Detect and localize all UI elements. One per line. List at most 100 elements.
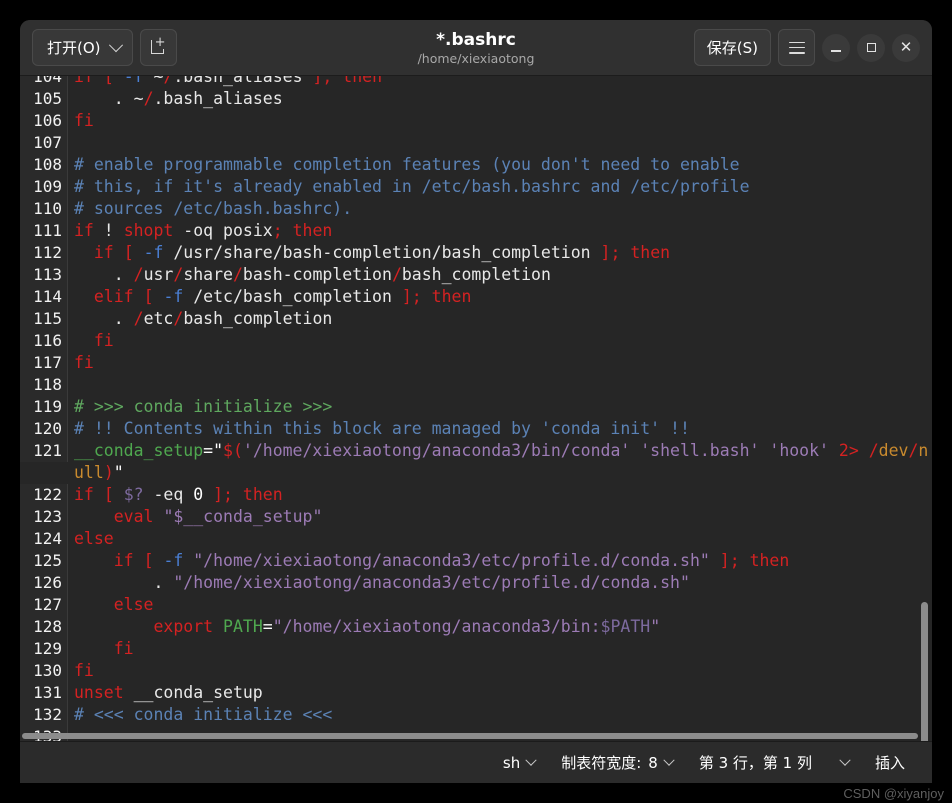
code-text[interactable]: export PATH="/home/xiexiaotong/anaconda3… <box>68 616 932 638</box>
line-number: 121 <box>20 440 68 462</box>
code-line: 125 if [ -f "/home/xiexiaotong/anaconda3… <box>20 550 932 572</box>
code-line: 108 # enable programmable completion feat… <box>20 154 932 176</box>
code-token: [ <box>103 76 114 86</box>
code-text[interactable]: if [ -f ~/.bash_aliases ]; then <box>68 76 932 88</box>
main-menu-button[interactable] <box>778 29 815 66</box>
minimize-button[interactable] <box>822 33 850 62</box>
code-text[interactable] <box>68 374 932 396</box>
code-text[interactable]: # >>> conda initialize >>> <box>68 396 932 418</box>
code-token: . ~ <box>74 89 144 108</box>
line-number: 117 <box>20 352 68 374</box>
code-text[interactable]: # enable programmable completion feature… <box>68 154 932 176</box>
code-line: 107 <box>20 132 932 154</box>
code-token: " <box>650 617 661 636</box>
code-token: ] <box>401 287 412 306</box>
code-token: [ <box>123 243 134 262</box>
code-text[interactable]: if ! shopt -oq posix; then <box>68 220 932 242</box>
code-text[interactable]: . ~/.bash_aliases <box>68 88 932 110</box>
chevron-down-icon <box>108 37 123 52</box>
line-number: 122 <box>20 484 68 506</box>
code-text[interactable] <box>68 132 932 154</box>
tab-width-selector[interactable]: 制表符宽度: 8 <box>548 752 686 773</box>
line-number: 109 <box>20 176 68 198</box>
code-text[interactable]: if [ -f /usr/share/bash-completion/bash_… <box>68 242 932 264</box>
code-text[interactable]: fi <box>68 660 932 682</box>
code-token: / <box>232 265 243 284</box>
code-token: -eq <box>143 485 194 504</box>
code-token: / <box>133 309 144 328</box>
code-text[interactable]: # !! Contents within this block are mana… <box>68 418 932 440</box>
code-token: then <box>342 76 383 86</box>
code-token: dev <box>878 441 909 460</box>
code-text[interactable]: unset __conda_setup <box>68 682 932 704</box>
close-button[interactable]: ✕ <box>892 33 920 62</box>
code-token: # !! Contents within this block are mana… <box>74 419 690 438</box>
code-token: eval <box>113 507 154 526</box>
code-token: fi <box>113 639 134 658</box>
insert-mode-label: 插入 <box>874 754 905 772</box>
code-token: ; <box>223 485 233 504</box>
save-button[interactable]: 保存(S) <box>693 29 771 66</box>
code-token: bash_completion <box>183 309 333 328</box>
line-number: 105 <box>20 88 68 110</box>
language-selector[interactable]: sh <box>490 754 548 772</box>
code-token: # this, if it's already enabled in /etc/… <box>74 177 750 196</box>
code-token: . <box>74 573 174 592</box>
code-text[interactable]: elif [ -f /etc/bash_completion ]; then <box>68 286 932 308</box>
line-number: 113 <box>20 264 68 286</box>
line-number: 125 <box>20 550 68 572</box>
code-text[interactable]: else <box>68 528 932 550</box>
cursor-position-selector[interactable]: 第 3 行，第 1 列 <box>686 752 862 773</box>
code-token: ; <box>272 221 283 240</box>
code-text[interactable]: fi <box>68 330 932 352</box>
new-document-button[interactable] <box>139 29 177 66</box>
code-line: 130 fi <box>20 660 932 682</box>
code-token: " <box>113 463 124 482</box>
code-token: __conda_setup <box>123 683 263 702</box>
tab-width-label: 制表符宽度: <box>561 754 642 772</box>
code-line: 113 . /usr/share/bash-completion/bash_co… <box>20 264 932 286</box>
code-text[interactable]: fi <box>68 352 932 374</box>
code-line: 132 # <<< conda initialize <<< <box>20 704 932 726</box>
code-lines-container[interactable]: 104 if [ -f ~/.bash_aliases ]; then 105 . … <box>20 76 932 741</box>
code-line: 119 # >>> conda initialize >>> <box>20 396 932 418</box>
code-text[interactable]: fi <box>68 110 932 132</box>
code-token: ; <box>322 76 333 86</box>
chevron-down-icon <box>525 754 537 766</box>
editor-area[interactable]: 104 if [ -f ~/.bash_aliases ]; then 105 . … <box>20 76 932 741</box>
code-text[interactable]: if [ $? -eq 0 ]; then <box>68 484 932 506</box>
open-button[interactable]: 打开(O) <box>32 29 133 66</box>
code-text[interactable]: else <box>68 594 932 616</box>
maximize-button[interactable] <box>857 33 885 62</box>
code-text[interactable]: fi <box>68 638 932 660</box>
line-number: 118 <box>20 374 68 396</box>
code-line: 109 # this, if it's already enabled in /e… <box>20 176 932 198</box>
code-token: 0 <box>193 485 204 504</box>
code-token: . <box>74 265 134 284</box>
code-token: if <box>74 221 94 240</box>
horizontal-scrollbar-thumb[interactable] <box>22 733 918 739</box>
code-text[interactable]: # <<< conda initialize <<< <box>68 704 932 726</box>
code-line: 111 if ! shopt -oq posix; then <box>20 220 932 242</box>
code-text[interactable]: eval "$__conda_setup" <box>68 506 932 528</box>
line-number: 114 <box>20 286 68 308</box>
code-text[interactable]: . "/home/xiexiaotong/anaconda3/etc/profi… <box>68 572 932 594</box>
code-token: ] <box>312 76 323 86</box>
code-text[interactable]: . /usr/share/bash-completion/bash_comple… <box>68 264 932 286</box>
insert-mode-indicator: 插入 <box>862 752 918 773</box>
document-path: /home/xiexiaotong <box>417 50 535 66</box>
code-text[interactable]: # this, if it's already enabled in /etc/… <box>68 176 932 198</box>
code-text[interactable]: # sources /etc/bash.bashrc). <box>68 198 932 220</box>
vertical-scrollbar-thumb[interactable] <box>921 602 928 741</box>
code-text[interactable]: . /etc/bash_completion <box>68 308 932 330</box>
code-text[interactable]: __conda_setup="$('/home/xiexiaotong/anac… <box>68 440 932 484</box>
code-text[interactable]: if [ -f "/home/xiexiaotong/anaconda3/etc… <box>68 550 932 572</box>
